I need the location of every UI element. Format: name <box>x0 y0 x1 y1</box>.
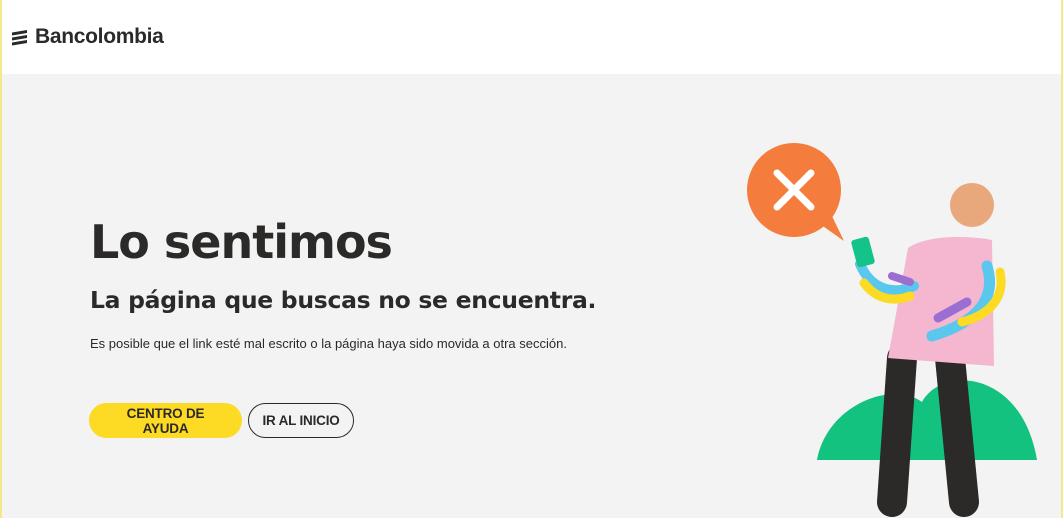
page-title: Lo sentimos <box>90 215 393 269</box>
page-frame: Bancolombia Lo sentimos La página que bu… <box>0 0 1063 518</box>
person-head <box>950 183 994 227</box>
help-center-button[interactable]: CENTRO DE AYUDA <box>89 403 242 438</box>
site-header: Bancolombia <box>2 0 1061 74</box>
speech-bubble <box>747 143 844 241</box>
brand-name: Bancolombia <box>35 25 164 48</box>
bancolombia-stripes-icon <box>12 30 27 46</box>
go-home-button[interactable]: IR AL INICIO <box>248 403 354 438</box>
error-content: Lo sentimos La página que buscas no se e… <box>90 214 690 351</box>
bush-shape <box>817 380 1037 460</box>
phone-device <box>851 236 875 268</box>
page-subtitle: La página que buscas no se encuentra. <box>90 286 597 314</box>
error-description: Es posible que el link esté mal escrito … <box>90 336 567 351</box>
action-buttons: CENTRO DE AYUDA IR AL INICIO <box>89 403 354 438</box>
brand-logo[interactable]: Bancolombia <box>10 25 164 49</box>
not-found-illustration <box>747 143 1037 517</box>
